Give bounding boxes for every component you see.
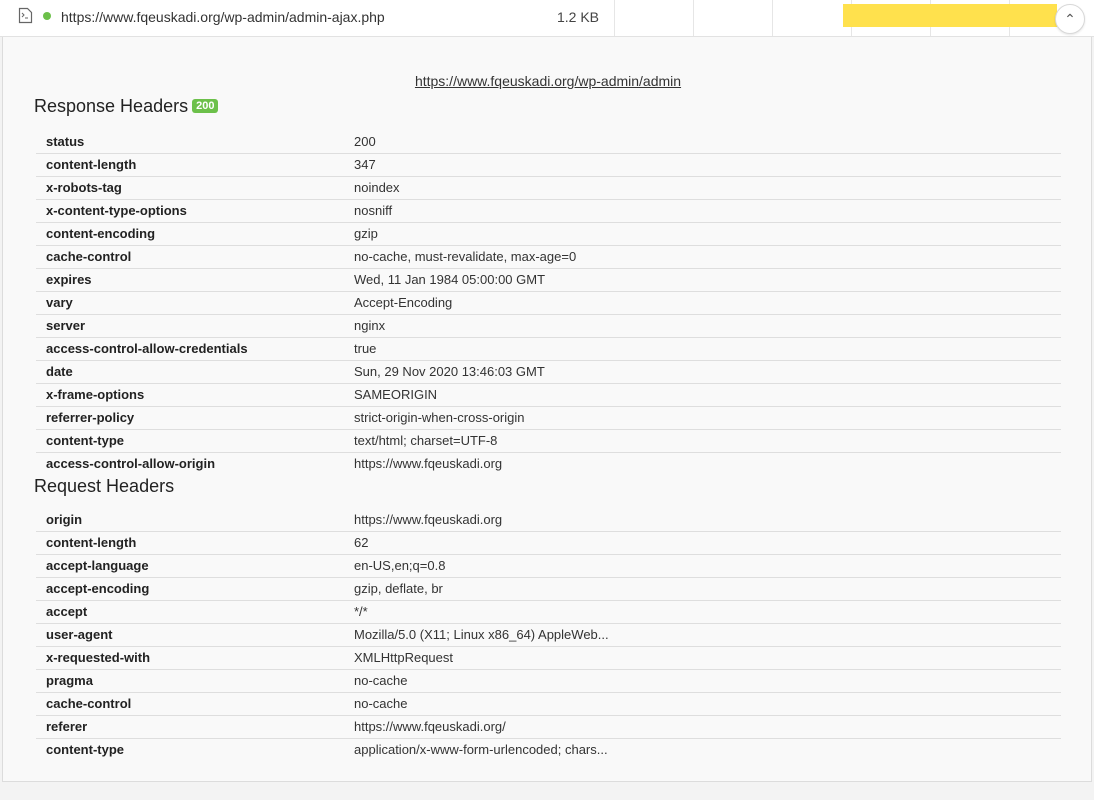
header-name: content-type xyxy=(46,433,124,448)
header-name: x-frame-options xyxy=(46,387,145,402)
header-name: content-length xyxy=(46,157,137,172)
header-row: x-requested-with XMLHttpRequest xyxy=(36,647,1061,670)
header-name: date xyxy=(46,364,73,379)
header-value: en-US,en;q=0.8 xyxy=(354,558,446,573)
header-value: https://www.fqeuskadi.org xyxy=(354,456,503,471)
file-icon xyxy=(18,7,33,24)
header-value: 347 xyxy=(354,157,376,172)
header-value: strict-origin-when-cross-origin xyxy=(354,410,525,425)
header-name: content-length xyxy=(46,535,137,550)
header-name: expires xyxy=(46,272,92,287)
header-row: referrer-policy strict-origin-when-cross-… xyxy=(36,407,1061,430)
status-indicator xyxy=(43,12,51,20)
header-value: Accept-Encoding xyxy=(354,295,453,310)
header-value: nginx xyxy=(354,318,386,333)
header-value: noindex xyxy=(354,180,400,195)
header-value: gzip xyxy=(354,226,378,241)
header-row: content-length 62 xyxy=(36,532,1061,555)
header-value: Wed, 11 Jan 1984 05:00:00 GMT xyxy=(354,272,546,287)
panel-url-link[interactable]: https://www.fqeuskadi.org/wp-admin/admin xyxy=(3,73,1093,89)
header-row: user-agent Mozilla/5.0 (X11; Linux x86_64… xyxy=(36,624,1061,647)
header-row: content-encoding gzip xyxy=(36,223,1061,246)
header-row: pragma no-cache xyxy=(36,670,1061,693)
request-row[interactable]: https://www.fqeuskadi.org/wp-admin/admin… xyxy=(0,0,1094,37)
column-divider xyxy=(614,0,615,36)
header-value: SAMEORIGIN xyxy=(354,387,438,402)
header-value: Sun, 29 Nov 2020 13:46:03 GMT xyxy=(354,364,545,379)
column-divider xyxy=(772,0,773,36)
header-row: access-control-allow-credentials true xyxy=(36,338,1061,361)
header-row: cache-control no-cache xyxy=(36,693,1061,716)
header-row: accept-encoding gzip, deflate, br xyxy=(36,578,1061,601)
request-details-panel: https://www.fqeuskadi.org/wp-admin/admin… xyxy=(2,37,1092,782)
header-value: true xyxy=(354,341,377,356)
header-name: access-control-allow-origin xyxy=(46,456,216,471)
header-value: https://www.fqeuskadi.org xyxy=(354,512,503,527)
request-headers-title: Request Headers xyxy=(34,476,175,496)
header-value: 62 xyxy=(354,535,369,550)
header-value: no-cache xyxy=(354,696,408,711)
request-url[interactable]: https://www.fqeuskadi.org/wp-admin/admin… xyxy=(61,9,385,25)
response-headers-table: status 200 content-length 347 x-robots-tag no… xyxy=(36,131,1061,476)
header-value: text/html; charset=UTF-8 xyxy=(354,433,498,448)
header-row: server nginx xyxy=(36,315,1061,338)
header-row: accept-language en-US,en;q=0.8 xyxy=(36,555,1061,578)
request-headers-table: origin https://www.fqeuskadi.org content-l… xyxy=(36,509,1061,762)
header-row: vary Accept-Encoding xyxy=(36,292,1061,315)
header-row: origin https://www.fqeuskadi.org xyxy=(36,509,1061,532)
header-name: server xyxy=(46,318,86,333)
response-headers-title: Response Headers 200 xyxy=(34,96,219,117)
header-value: gzip, deflate, br xyxy=(354,581,443,596)
header-value: 200 xyxy=(354,134,376,149)
waterfall-bar xyxy=(843,4,1057,27)
header-value: XMLHttpRequest xyxy=(354,650,453,665)
header-row: content-type application/x-www-form-urlen… xyxy=(36,739,1061,762)
header-row: x-robots-tag noindex xyxy=(36,177,1061,200)
header-row: x-frame-options SAMEORIGIN xyxy=(36,384,1061,407)
header-row: content-length 347 xyxy=(36,154,1061,177)
header-value: nosniff xyxy=(354,203,393,218)
header-name: x-content-type-options xyxy=(46,203,187,218)
header-row: cache-control no-cache, must-revalidate, … xyxy=(36,246,1061,269)
header-row: status 200 xyxy=(36,131,1061,154)
header-row: content-type text/html; charset=UTF-8 xyxy=(36,430,1061,453)
header-row: accept */* xyxy=(36,601,1061,624)
header-row: date Sun, 29 Nov 2020 13:46:03 GMT xyxy=(36,361,1061,384)
header-name: pragma xyxy=(46,673,93,688)
header-name: origin xyxy=(46,512,83,527)
header-row: expires Wed, 11 Jan 1984 05:00:00 GMT xyxy=(36,269,1061,292)
header-value: Mozilla/5.0 (X11; Linux x86_64) AppleWeb… xyxy=(354,627,609,642)
collapse-button[interactable]: ⌃ xyxy=(1055,4,1085,34)
header-name: access-control-allow-credentials xyxy=(46,341,248,356)
header-row: referer https://www.fqeuskadi.org/ xyxy=(36,716,1061,739)
status-badge: 200 xyxy=(192,99,219,113)
header-value: https://www.fqeuskadi.org/ xyxy=(354,719,506,734)
header-name: cache-control xyxy=(46,696,132,711)
header-row: x-content-type-options nosniff xyxy=(36,200,1061,223)
header-name: status xyxy=(46,134,85,149)
header-value: application/x-www-form-urlencoded; chars… xyxy=(354,742,608,757)
header-name: accept xyxy=(46,604,88,619)
header-name: content-type xyxy=(46,742,124,757)
header-name: x-robots-tag xyxy=(46,180,122,195)
header-row: access-control-allow-origin https://www.f… xyxy=(36,453,1061,476)
header-name: cache-control xyxy=(46,249,132,264)
header-name: referer xyxy=(46,719,88,734)
chevron-up-icon: ⌃ xyxy=(1064,11,1076,27)
header-value: no-cache xyxy=(354,673,408,688)
request-size: 1.2 KB xyxy=(556,9,599,25)
header-value: */* xyxy=(354,604,368,619)
header-name: x-requested-with xyxy=(46,650,151,665)
header-name: accept-language xyxy=(46,558,149,573)
header-name: accept-encoding xyxy=(46,581,150,596)
header-name: vary xyxy=(46,295,73,310)
header-name: user-agent xyxy=(46,627,113,642)
response-headers-label: Response Headers xyxy=(34,96,189,116)
column-divider xyxy=(693,0,694,36)
header-name: content-encoding xyxy=(46,226,156,241)
header-value: no-cache, must-revalidate, max-age=0 xyxy=(354,249,577,264)
header-name: referrer-policy xyxy=(46,410,135,425)
